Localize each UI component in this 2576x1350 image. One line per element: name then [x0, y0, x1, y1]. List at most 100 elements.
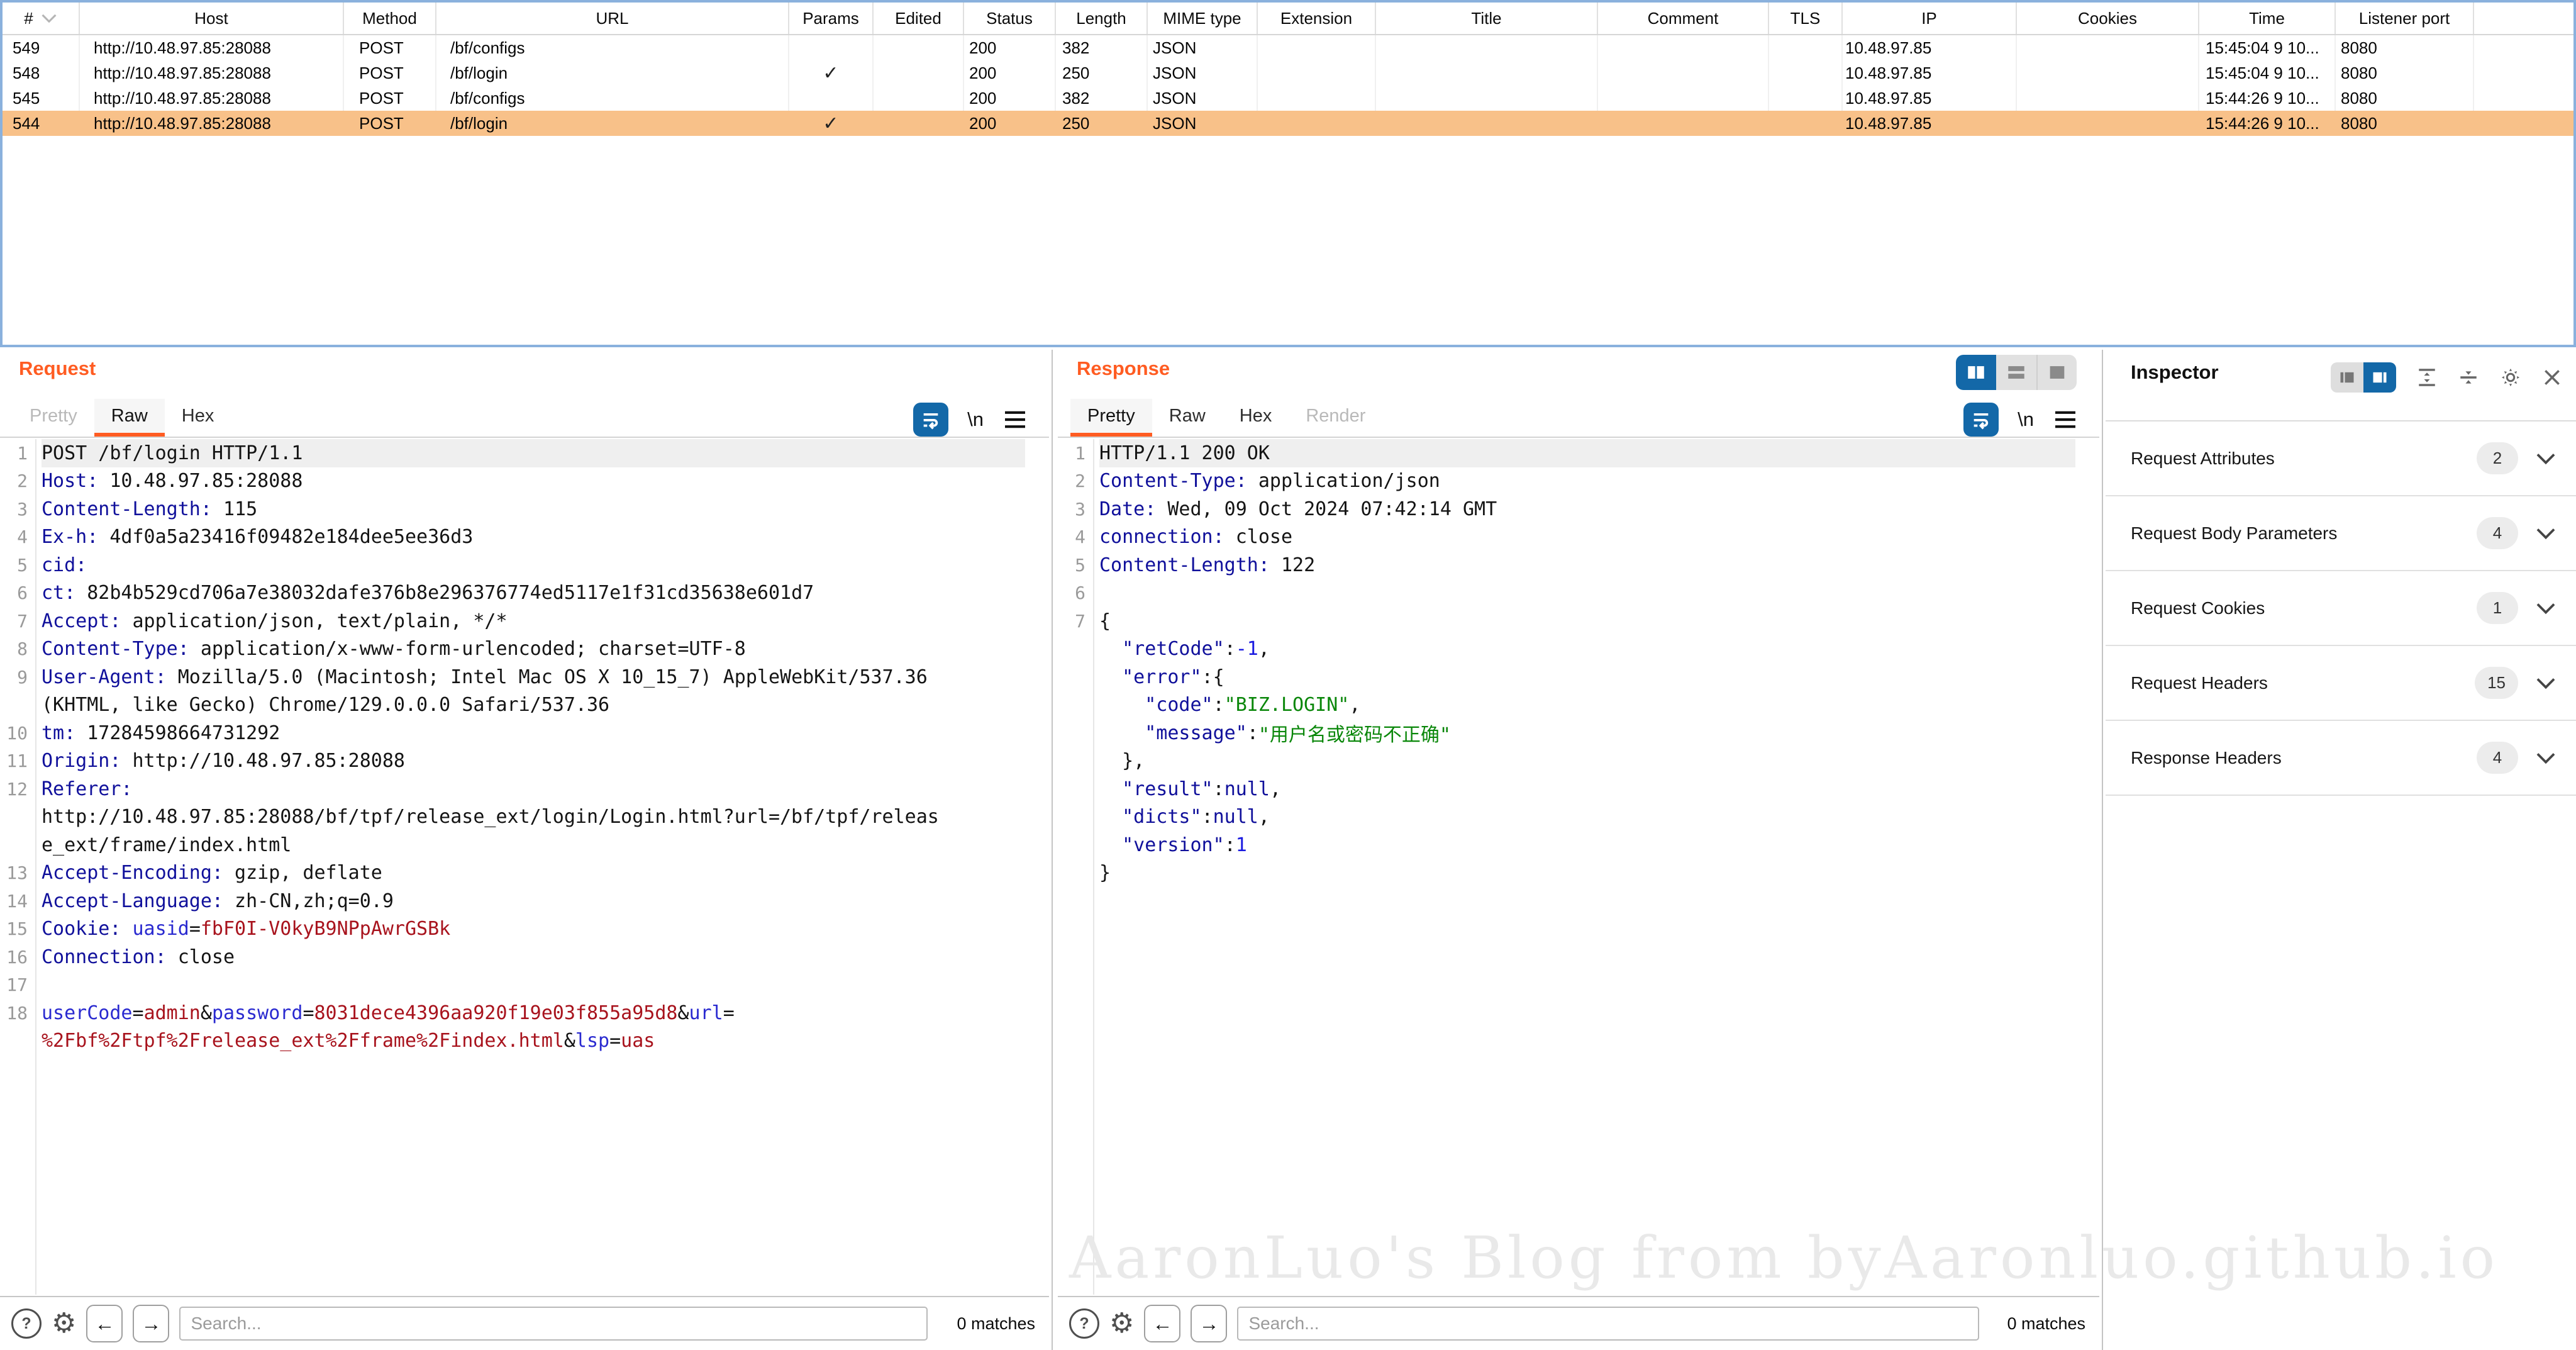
- table-cell-host: http://10.48.97.85:28088: [80, 111, 344, 136]
- code-segment: "BIZ.LOGIN": [1224, 694, 1350, 716]
- table-row[interactable]: 548http://10.48.97.85:28088POST/bf/login…: [3, 60, 2573, 86]
- expand-all-icon[interactable]: [2416, 367, 2438, 388]
- dock-left-button[interactable]: [2331, 362, 2363, 393]
- response-editor[interactable]: 1HTTP/1.1 200 OK2Content-Type: applicati…: [1058, 439, 2099, 1295]
- response-tab-pretty[interactable]: Pretty: [1070, 399, 1152, 437]
- response-inspector-divider[interactable]: [2102, 350, 2103, 1350]
- help-icon[interactable]: ?: [1069, 1308, 1099, 1339]
- code-line: "code":"BIZ.LOGIN",: [1058, 691, 2099, 720]
- response-tab-render[interactable]: Render: [1289, 399, 1382, 437]
- request-response-divider[interactable]: [1052, 350, 1053, 1350]
- inspector-section-request-cookies[interactable]: Request Cookies1: [2106, 571, 2576, 646]
- inspector-settings-gear-icon[interactable]: [2499, 366, 2522, 389]
- code-segment: Content-Type:: [42, 638, 189, 660]
- request-editor[interactable]: 1POST /bf/login HTTP/1.12Host: 10.48.97.…: [0, 439, 1049, 1295]
- table-cell-filler: [2474, 86, 2573, 111]
- column-header-mime-type[interactable]: MIME type: [1148, 3, 1258, 34]
- code-segment: Accept:: [42, 610, 121, 632]
- column-header-time[interactable]: Time: [2199, 3, 2336, 34]
- request-tab-hex[interactable]: Hex: [165, 399, 231, 437]
- table-cell-time: 15:44:26 9 10...: [2199, 111, 2336, 136]
- response-search-input[interactable]: [1237, 1307, 1979, 1341]
- inspector-section-request-body-parameters[interactable]: Request Body Parameters4: [2106, 496, 2576, 571]
- code-line: "result":null,: [1058, 775, 2099, 803]
- column-header-label: Length: [1076, 9, 1126, 28]
- help-icon[interactable]: ?: [11, 1308, 42, 1339]
- column-header-label: Status: [986, 9, 1033, 28]
- code-line: %2Fbf%2Ftpf%2Frelease_ext%2Fframe%2Finde…: [0, 1027, 1049, 1056]
- inspector-section-response-headers[interactable]: Response Headers4: [2106, 721, 2576, 796]
- inspector-section-request-attributes[interactable]: Request Attributes2: [2106, 421, 2576, 496]
- search-settings-gear-icon[interactable]: ⚙: [52, 1310, 76, 1337]
- column-header--[interactable]: #: [3, 3, 80, 34]
- request-tab-raw[interactable]: Raw: [94, 399, 165, 437]
- column-header-extension[interactable]: Extension: [1258, 3, 1376, 34]
- next-match-button[interactable]: →: [133, 1305, 169, 1342]
- editor-menu-icon[interactable]: [2053, 410, 2078, 430]
- code-text: Content-Length: 115: [42, 495, 1025, 523]
- line-number: 8: [0, 639, 36, 659]
- response-tab-raw[interactable]: Raw: [1152, 399, 1223, 437]
- column-header-host[interactable]: Host: [80, 3, 344, 34]
- column-header-label: Comment: [1648, 9, 1719, 28]
- inspector-section-request-headers[interactable]: Request Headers15: [2106, 646, 2576, 721]
- show-newlines-toggle[interactable]: \n: [967, 408, 984, 431]
- column-header-title[interactable]: Title: [1376, 3, 1598, 34]
- column-header-edited[interactable]: Edited: [874, 3, 964, 34]
- column-header-params[interactable]: Params: [789, 3, 874, 34]
- code-segment: 1: [1236, 834, 1247, 856]
- code-text: [1099, 579, 2075, 608]
- column-header-status[interactable]: Status: [964, 3, 1056, 34]
- column-header-label: Time: [2249, 9, 2285, 28]
- code-segment: Host:: [42, 470, 98, 492]
- table-row[interactable]: 549http://10.48.97.85:28088POST/bf/confi…: [3, 35, 2573, 60]
- code-line: 3Date: Wed, 09 Oct 2024 07:42:14 GMT: [1058, 495, 2099, 523]
- code-segment: Mozilla/5.0 (Macintosh; Intel Mac OS X 1…: [167, 666, 928, 688]
- word-wrap-toggle-button[interactable]: [913, 403, 948, 437]
- code-line: 12Referer:: [0, 775, 1049, 803]
- close-icon[interactable]: [2542, 367, 2562, 388]
- table-cell-mime: JSON: [1148, 86, 1258, 111]
- request-tab-pretty[interactable]: Pretty: [13, 399, 94, 437]
- response-tab-hex[interactable]: Hex: [1223, 399, 1289, 437]
- code-segment: -1: [1236, 638, 1258, 660]
- column-header-ip[interactable]: IP: [1843, 3, 2017, 34]
- code-segment: Content-Length:: [42, 498, 212, 520]
- code-segment: "result": [1099, 778, 1213, 800]
- previous-match-button[interactable]: ←: [86, 1305, 123, 1342]
- code-segment: %2Fbf%2Ftpf%2Frelease_ext%2Fframe%2Finde…: [42, 1030, 564, 1052]
- code-line: 17: [0, 971, 1049, 1000]
- word-wrap-toggle-button[interactable]: [1963, 403, 1999, 437]
- code-segment: zh-CN,zh;q=0.9: [223, 890, 394, 912]
- view-layout-toggle: [1956, 355, 2077, 390]
- columns-layout-icon: [1965, 363, 1987, 382]
- next-match-button[interactable]: →: [1191, 1305, 1227, 1342]
- request-search-input[interactable]: [179, 1307, 928, 1341]
- column-header-listener-port[interactable]: Listener port: [2336, 3, 2474, 34]
- code-text: Accept-Language: zh-CN,zh;q=0.9: [42, 887, 1025, 915]
- dock-right-button[interactable]: [2363, 362, 2396, 393]
- layout-rows-button[interactable]: [1996, 355, 2036, 390]
- code-text: connection: close: [1099, 523, 2075, 552]
- code-text: },: [1099, 747, 2075, 776]
- collapse-all-icon[interactable]: [2458, 367, 2479, 388]
- column-header-comment[interactable]: Comment: [1598, 3, 1769, 34]
- table-cell-tls: [1769, 111, 1843, 136]
- layout-columns-button[interactable]: [1956, 355, 1996, 390]
- column-header-cookies[interactable]: Cookies: [2017, 3, 2199, 34]
- previous-match-button[interactable]: ←: [1144, 1305, 1180, 1342]
- editor-menu-icon[interactable]: [1002, 410, 1028, 430]
- column-header-url[interactable]: URL: [436, 3, 789, 34]
- code-line: 15Cookie: uasid=fbF0I-V0kyB9NPpAwrGSBk: [0, 915, 1049, 944]
- table-row[interactable]: 544http://10.48.97.85:28088POST/bf/login…: [3, 111, 2573, 136]
- column-header-length[interactable]: Length: [1056, 3, 1148, 34]
- column-header-tls[interactable]: TLS: [1769, 3, 1843, 34]
- code-text: "version":1: [1099, 831, 2075, 859]
- table-cell-url: /bf/configs: [436, 86, 789, 111]
- table-row[interactable]: 545http://10.48.97.85:28088POST/bf/confi…: [3, 86, 2573, 111]
- show-newlines-toggle[interactable]: \n: [2018, 408, 2034, 431]
- search-settings-gear-icon[interactable]: ⚙: [1109, 1310, 1134, 1337]
- column-header-method[interactable]: Method: [344, 3, 436, 34]
- table-cell-filler: [2474, 111, 2573, 136]
- layout-single-button[interactable]: [2036, 355, 2077, 390]
